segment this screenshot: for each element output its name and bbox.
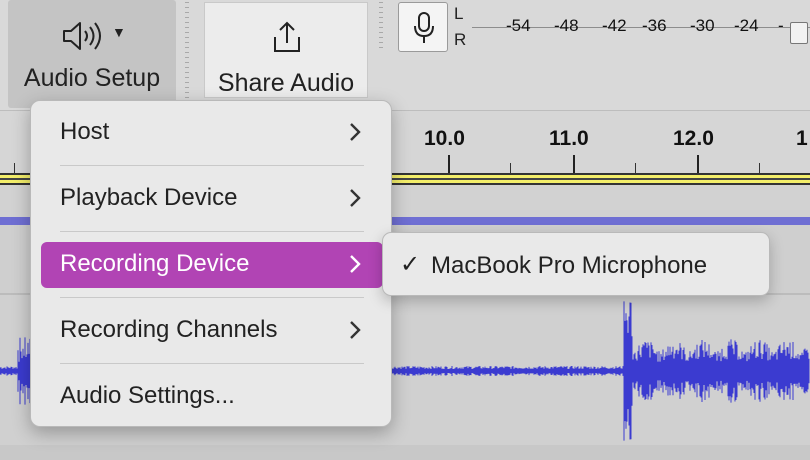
audio-setup-button[interactable]: ▼ Audio Setup [8,0,176,108]
menu-item-recording-device[interactable]: Recording Device [41,242,383,288]
ruler-major-tick [448,155,450,173]
meter-tick: - [778,16,784,35]
ruler-minor-tick [635,163,636,173]
menu-item-label: Recording Channels [60,316,278,343]
recording-meter-button[interactable] [398,2,448,52]
recording-device-submenu: ✓ MacBook Pro Microphone [382,232,770,296]
menu-separator [60,297,364,298]
ruler-label: 10.0 [424,127,465,150]
chevron-right-icon [350,321,361,339]
ruler-label: 12.0 [673,127,714,150]
ruler-minor-tick [14,163,15,173]
menu-item-label: Recording Device [60,250,250,277]
ruler-minor-tick [510,163,511,173]
menu-item-playback-device[interactable]: Playback Device [41,176,383,222]
menu-item-label: Host [60,118,110,145]
share-audio-button[interactable]: Share Audio [204,2,368,98]
submenu-item-label: MacBook Pro Microphone [431,252,708,279]
menu-separator [60,165,364,166]
menu-separator [60,231,364,232]
ruler-major-tick [573,155,575,173]
menu-item-label: Audio Settings... [60,382,235,409]
meter-tick: -48 [554,16,579,35]
menu-item-recording-channels[interactable]: Recording Channels [41,308,383,354]
track-bottom-strip [0,445,810,460]
meter-tick: -30 [690,16,715,35]
toolbar-grip[interactable] [182,2,192,106]
speaker-icon [63,22,101,50]
toolbar-grip[interactable] [376,2,386,52]
meter-left-label: L [454,4,464,23]
ruler-minor-tick [759,163,760,173]
dropdown-arrow-icon: ▼ [112,24,126,40]
meter-tick: -36 [642,16,667,35]
ruler-label: 1 [796,127,808,150]
submenu-item-macbook-pro-microphone[interactable]: ✓ MacBook Pro Microphone [383,233,769,295]
menu-item-host[interactable]: Host [41,110,383,156]
audio-setup-menu: Host Playback Device Recording Device Re… [30,100,392,427]
audio-setup-label: Audio Setup [23,64,161,92]
menu-item-label: Playback Device [60,184,238,211]
ruler-label: 11.0 [549,127,589,150]
meter-tick: -54 [506,16,531,35]
toolbar: ▼ Audio Setup Share Audio L R -54 -48 -4… [0,0,810,111]
recording-level-meter[interactable]: -54 -48 -42 -36 -30 -24 - [472,0,810,52]
meter-tick: -24 [734,16,759,35]
ruler-major-tick [697,155,699,173]
chevron-right-icon [350,123,361,141]
chevron-right-icon [350,189,361,207]
checkmark-icon: ✓ [400,251,421,278]
share-icon [274,21,300,52]
microphone-icon [414,12,434,43]
chevron-right-icon [350,255,361,273]
meter-right-label: R [454,30,467,49]
menu-separator [60,363,364,364]
meter-gain-slider[interactable] [790,22,808,44]
menu-item-audio-settings[interactable]: Audio Settings... [41,374,383,420]
meter-tick: -42 [602,16,627,35]
share-audio-label: Share Audio [217,69,355,97]
